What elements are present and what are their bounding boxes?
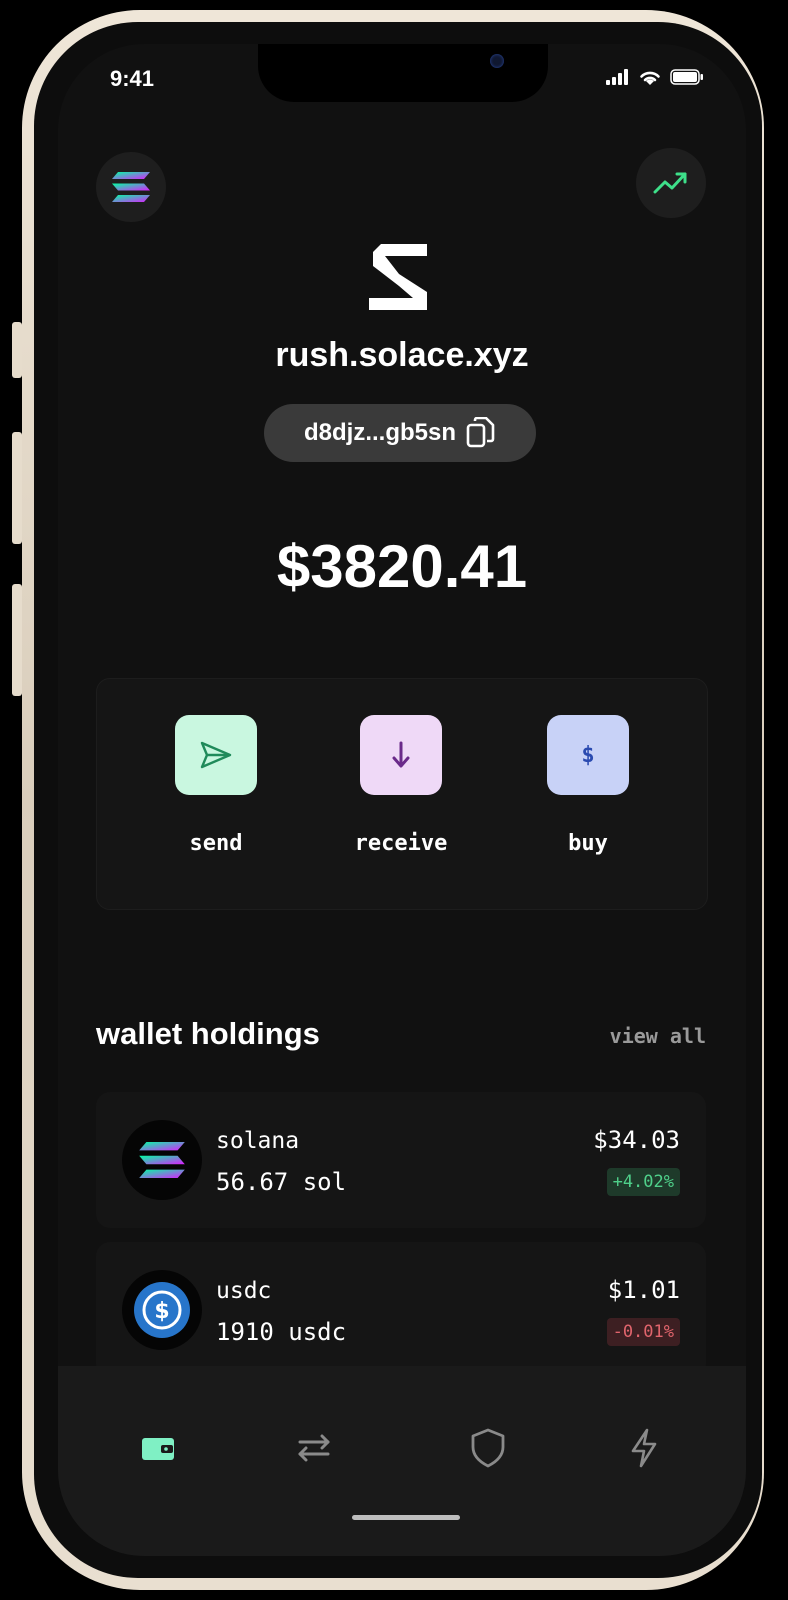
solana-icon — [139, 1142, 185, 1178]
shield-icon — [471, 1428, 505, 1468]
chart-button[interactable] — [636, 148, 706, 218]
status-time: 9:41 — [110, 66, 155, 91]
coin-name: solana — [216, 1128, 300, 1154]
status-icons — [606, 68, 704, 86]
wifi-icon — [640, 71, 660, 85]
trend-up-icon — [653, 172, 687, 194]
usdc-icon: $ — [134, 1282, 190, 1338]
bottom-nav — [58, 1366, 746, 1556]
dollar-icon: $ — [581, 742, 595, 768]
buy-label: buy — [568, 831, 608, 856]
send-action[interactable]: send — [146, 715, 286, 856]
wallet-icon — [142, 1438, 174, 1460]
coin-amount: 1910 usdc — [216, 1318, 347, 1346]
phone-screen: 9:41 rush.solace.xyz d8djz...gb5sn $3820… — [58, 44, 746, 1556]
buy-action[interactable]: $ buy — [518, 715, 658, 856]
signal-icon — [606, 69, 628, 85]
nav-security[interactable] — [458, 1418, 518, 1478]
send-button[interactable] — [175, 715, 257, 795]
side-button-silent — [12, 322, 22, 378]
solana-icon — [112, 172, 150, 202]
actions-card: send receive $ buy — [96, 678, 708, 910]
holdings-title: wallet holdings — [96, 1016, 320, 1051]
coin-price: $34.03 — [593, 1126, 680, 1154]
coin-avatar — [122, 1120, 202, 1200]
home-indicator — [352, 1515, 460, 1520]
buy-button[interactable]: $ — [547, 715, 629, 795]
receive-action[interactable]: receive — [331, 715, 471, 856]
send-label: send — [189, 831, 243, 856]
coin-change-badge: +4.02% — [606, 1168, 680, 1196]
receive-button[interactable] — [360, 715, 442, 795]
coin-name: usdc — [216, 1278, 272, 1304]
copy-icon — [466, 417, 495, 448]
side-button-volume-down — [12, 584, 22, 696]
wallet-address: d8djz...gb5sn — [303, 419, 456, 446]
view-all-link[interactable]: view all — [610, 1024, 706, 1048]
total-balance: $3820.41 — [276, 533, 528, 600]
solace-logo-icon — [369, 244, 427, 310]
address-copy-button[interactable]: d8djz...gb5sn — [264, 404, 536, 462]
nav-activity[interactable] — [614, 1418, 674, 1478]
receive-label: receive — [354, 831, 448, 856]
notch — [258, 44, 548, 102]
holding-row[interactable]: $ usdc 1910 usdc $1.01 -0.01% — [96, 1242, 706, 1378]
lightning-icon — [631, 1428, 657, 1468]
coin-price: $1.01 — [607, 1276, 680, 1304]
side-button-volume-up — [12, 432, 22, 544]
swap-icon — [298, 1434, 330, 1462]
menu-logo-button[interactable] — [96, 152, 166, 222]
battery-icon — [670, 69, 703, 85]
device-stage: 9:41 rush.solace.xyz d8djz...gb5sn $3820… — [0, 0, 788, 1600]
arrow-down-icon — [392, 741, 410, 768]
coin-avatar: $ — [122, 1270, 202, 1350]
username: rush.solace.xyz — [275, 336, 529, 374]
svg-text:$: $ — [154, 1299, 169, 1324]
nav-swap[interactable] — [284, 1418, 344, 1478]
coin-change-badge: -0.01% — [606, 1318, 680, 1346]
holding-row[interactable]: solana 56.67 sol $34.03 +4.02% — [96, 1092, 706, 1228]
nav-wallet[interactable] — [128, 1418, 188, 1478]
send-icon — [200, 741, 232, 769]
camera-dot — [490, 54, 504, 68]
coin-amount: 56.67 sol — [216, 1168, 347, 1196]
